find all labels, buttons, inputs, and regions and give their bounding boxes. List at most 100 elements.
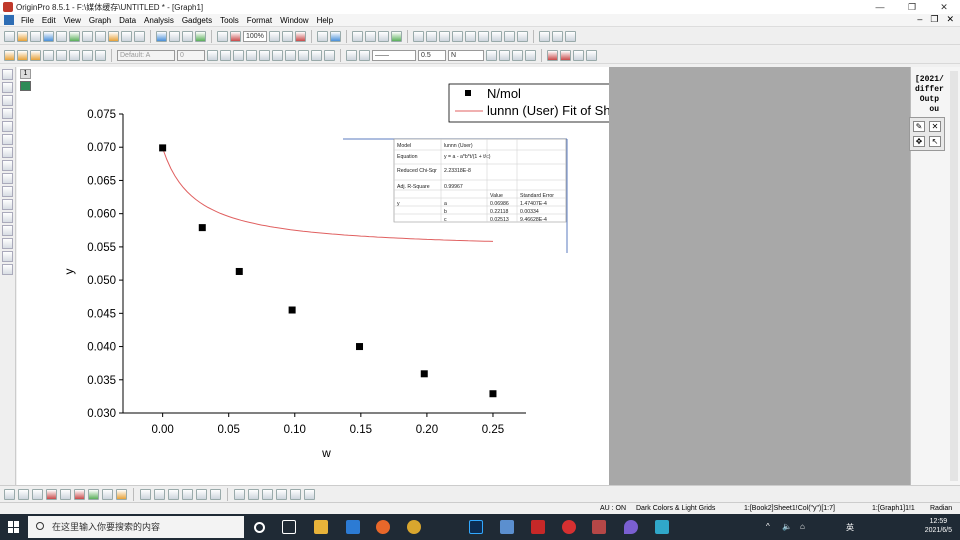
graph-window-icon[interactable] xyxy=(4,15,14,25)
add-right-y-icon[interactable] xyxy=(477,30,489,42)
network-icon[interactable]: ⌂ xyxy=(800,522,805,531)
symbol-color-icon[interactable] xyxy=(74,488,85,500)
greek-icon[interactable] xyxy=(272,49,283,61)
menu-file[interactable]: File xyxy=(17,16,38,25)
front-icon[interactable] xyxy=(234,488,245,500)
open-excel-icon[interactable] xyxy=(134,30,145,42)
plot-scatter-icon[interactable] xyxy=(17,49,28,61)
region-tool-icon[interactable] xyxy=(2,160,13,171)
superscript-icon[interactable] xyxy=(246,49,257,61)
file-explorer-icon[interactable] xyxy=(314,520,328,534)
menu-format[interactable]: Format xyxy=(243,16,276,25)
volume-icon[interactable]: 🔈 xyxy=(782,522,792,531)
script-window-icon[interactable] xyxy=(377,30,389,42)
symbol-type-icon[interactable] xyxy=(486,49,497,61)
fill-color-icon[interactable] xyxy=(359,49,370,61)
border-style-icon[interactable] xyxy=(102,488,113,500)
import-wizard-icon[interactable] xyxy=(195,30,206,42)
font-size-combo[interactable]: 0 xyxy=(177,49,205,61)
forward-icon[interactable] xyxy=(262,488,273,500)
photoshop-icon[interactable] xyxy=(469,520,483,534)
move-icon[interactable]: ✥ xyxy=(913,136,925,147)
align-left-icon[interactable] xyxy=(311,49,322,61)
pattern-combo[interactable]: N xyxy=(448,49,484,61)
add-top-x-icon[interactable] xyxy=(490,30,502,42)
open-icon[interactable] xyxy=(108,30,119,42)
cortana-icon[interactable] xyxy=(254,522,265,533)
same-width-icon[interactable] xyxy=(290,488,301,500)
dash-line-icon[interactable] xyxy=(18,488,29,500)
underline-icon[interactable] xyxy=(233,49,244,61)
menu-tools[interactable]: Tools xyxy=(216,16,243,25)
menu-gadgets[interactable]: Gadgets xyxy=(178,16,216,25)
merge-graphs-icon[interactable] xyxy=(516,30,528,42)
object-close-icon[interactable]: ✕ xyxy=(929,121,941,132)
ime-indicator[interactable]: 英 xyxy=(846,522,854,533)
select-pointer-icon[interactable]: ↖ xyxy=(929,136,941,147)
menu-analysis[interactable]: Analysis xyxy=(140,16,178,25)
new-graph-icon[interactable] xyxy=(43,30,54,42)
close-button[interactable]: ✕ xyxy=(928,0,960,14)
group-icon[interactable] xyxy=(196,488,207,500)
ungroup-icon[interactable] xyxy=(210,488,221,500)
import-ascii-icon[interactable] xyxy=(182,30,193,42)
curved-arrow-icon[interactable] xyxy=(2,212,13,223)
new-matrix-icon[interactable] xyxy=(56,30,67,42)
menu-graph[interactable]: Graph xyxy=(85,16,115,25)
store-icon[interactable] xyxy=(346,520,360,534)
add-legend-icon[interactable] xyxy=(451,30,463,42)
plot-contour-icon[interactable] xyxy=(95,49,106,61)
windows-start-icon[interactable] xyxy=(8,521,20,533)
new-function-icon[interactable] xyxy=(69,30,80,42)
align-right-objects-icon[interactable] xyxy=(154,488,165,500)
drop-app-icon[interactable] xyxy=(624,520,638,534)
unmask-icon[interactable] xyxy=(560,49,571,61)
plot-area-icon[interactable] xyxy=(56,49,67,61)
new-project-icon[interactable] xyxy=(4,30,15,42)
decrease-font-icon[interactable] xyxy=(298,49,309,61)
add-axes-icon[interactable] xyxy=(464,30,476,42)
new-workbook-icon[interactable] xyxy=(30,30,41,42)
rectangle-tool-icon[interactable] xyxy=(2,238,13,249)
color-fill-icon[interactable] xyxy=(46,488,57,500)
arrow-draw-icon[interactable] xyxy=(32,488,43,500)
add-layer-icon[interactable] xyxy=(425,30,437,42)
arrow-tool-icon[interactable] xyxy=(2,199,13,210)
draw-data-icon[interactable] xyxy=(2,147,13,158)
line-pattern-icon[interactable] xyxy=(525,49,536,61)
graph-window[interactable]: 1 0.030 0.035 0.040 0.045 0.050 0.055 0.060 0.0… xyxy=(17,67,609,485)
properties-icon[interactable]: ✎ xyxy=(913,121,925,132)
italic-icon[interactable] xyxy=(220,49,231,61)
line-width-combo[interactable]: 0.5 xyxy=(418,49,446,61)
netease-music-icon[interactable] xyxy=(562,520,576,534)
subscript-icon[interactable] xyxy=(259,49,270,61)
timer-icon[interactable] xyxy=(551,30,563,42)
zoom-out-tool-icon[interactable] xyxy=(2,95,13,106)
plot-column-icon[interactable] xyxy=(43,49,54,61)
align-left-objects-icon[interactable] xyxy=(140,488,151,500)
add-new-columns-icon[interactable] xyxy=(390,30,402,42)
plot-line-symbol-icon[interactable] xyxy=(30,49,41,61)
media-app-icon[interactable] xyxy=(655,520,669,534)
firefox-icon[interactable] xyxy=(376,520,390,534)
rescale-icon[interactable] xyxy=(412,30,424,42)
task-view-icon[interactable] xyxy=(282,520,296,534)
bold-icon[interactable] xyxy=(207,49,218,61)
menu-window[interactable]: Window xyxy=(276,16,312,25)
menu-help[interactable]: Help xyxy=(313,16,337,25)
refresh-icon[interactable] xyxy=(281,30,293,42)
back-icon[interactable] xyxy=(248,488,259,500)
line-color-icon[interactable] xyxy=(346,49,357,61)
data-selector-icon[interactable] xyxy=(2,134,13,145)
minimize-button[interactable]: — xyxy=(864,0,896,14)
reorder-icon[interactable] xyxy=(586,49,597,61)
command-window-icon[interactable] xyxy=(364,30,376,42)
layer-grid-icon[interactable] xyxy=(438,30,450,42)
menu-edit[interactable]: Edit xyxy=(38,16,60,25)
gradient-icon[interactable] xyxy=(116,488,127,500)
pattern-fill-icon[interactable] xyxy=(60,488,71,500)
font-color-icon[interactable] xyxy=(324,49,335,61)
save-project-icon[interactable] xyxy=(156,30,167,42)
new-layout-icon[interactable] xyxy=(82,30,93,42)
symbol-size-icon[interactable] xyxy=(499,49,510,61)
